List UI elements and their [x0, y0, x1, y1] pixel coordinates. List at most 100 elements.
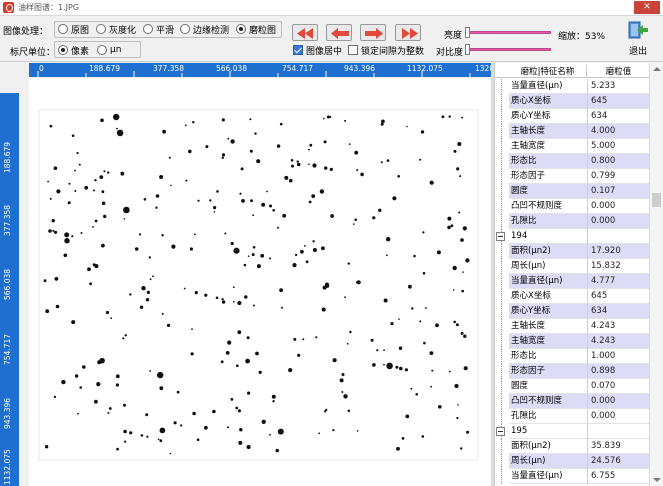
- tree-line: [495, 109, 509, 124]
- property-row[interactable]: 周长(μn) 15.832: [495, 259, 650, 274]
- wear-particle: [323, 117, 325, 120]
- exit-label: 退出: [628, 47, 647, 57]
- property-row[interactable]: 主轴长度 4.243: [495, 319, 650, 334]
- property-row[interactable]: 质心Y坐标 634: [495, 304, 650, 319]
- scroll-thumb[interactable]: [652, 193, 661, 207]
- property-row[interactable]: 圆度 0.107: [495, 184, 650, 199]
- property-row[interactable]: 面积(μn2) 17.920: [495, 244, 650, 259]
- collapse-icon[interactable]: [496, 232, 505, 241]
- wear-particle: [372, 363, 376, 367]
- property-row[interactable]: 凸凹不规则度 0.000: [495, 394, 650, 409]
- property-row[interactable]: 形态因子 0.799: [495, 169, 650, 184]
- slider-track: [465, 31, 551, 34]
- lock-interval-checkbox[interactable]: 锁定间隙为整数: [348, 43, 424, 57]
- wear-particle: [277, 226, 279, 229]
- wear-particle: [275, 448, 279, 453]
- radio-micron[interactable]: μn: [97, 43, 121, 57]
- radio-pixel[interactable]: 像素: [58, 43, 89, 57]
- slider-thumb[interactable]: [465, 44, 470, 55]
- property-row[interactable]: 当量直径(μn) 6.755: [495, 469, 650, 484]
- property-name: 当量直径(μn): [509, 79, 587, 94]
- radio-original[interactable]: 原图: [58, 22, 89, 36]
- panel-scrollbar[interactable]: [649, 63, 663, 486]
- contrast-slider[interactable]: [465, 44, 551, 55]
- radio-edge-detect[interactable]: 边缘检测: [180, 22, 229, 36]
- wear-particle: [455, 323, 459, 327]
- wear-particle: [48, 229, 52, 233]
- wear-particle: [302, 338, 305, 341]
- property-name: 形态比: [509, 154, 587, 169]
- particle-group-row[interactable]: 194: [495, 229, 650, 244]
- property-row[interactable]: 孔隙比 0.000: [495, 409, 650, 424]
- center-image-checkbox[interactable]: 图像居中: [293, 43, 342, 57]
- wear-particle: [258, 370, 262, 374]
- exit-button[interactable]: 退出: [623, 20, 653, 58]
- wear-particle: [123, 218, 126, 220]
- exit-icon: [628, 21, 648, 39]
- prev-button[interactable]: [326, 24, 352, 41]
- wear-particle: [321, 307, 326, 312]
- slider-thumb[interactable]: [465, 27, 470, 38]
- wear-particle: [184, 124, 187, 127]
- property-row[interactable]: 孔隙比 0.000: [495, 214, 650, 229]
- image-canvas[interactable]: [29, 78, 491, 486]
- property-row[interactable]: 凸凹不规则度 0.000: [495, 199, 650, 214]
- property-row[interactable]: 质心Y坐标 634: [495, 109, 650, 124]
- property-row[interactable]: 主轴宽度 5.000: [495, 139, 650, 154]
- property-row[interactable]: 形态因子 0.898: [495, 364, 650, 379]
- wear-particle: [411, 307, 414, 310]
- wear-particle: [74, 374, 79, 378]
- property-row[interactable]: 当量直径(μn) 4.777: [495, 274, 650, 289]
- tree-line: [495, 409, 509, 424]
- wear-particle: [240, 167, 244, 171]
- property-row[interactable]: 主轴宽度 4.243: [495, 334, 650, 349]
- radio-wear-particle[interactable]: 磨粒图: [236, 22, 276, 36]
- particle-group-row[interactable]: 195: [495, 424, 650, 439]
- wear-particle: [146, 290, 150, 294]
- wear-particle: [429, 351, 434, 355]
- collapse-icon[interactable]: [496, 427, 505, 436]
- wear-particle: [148, 256, 151, 259]
- property-row[interactable]: 形态比 0.800: [495, 154, 650, 169]
- column-header-name: 磨粒|特征名称: [509, 65, 587, 77]
- property-row[interactable]: 质心X坐标 645: [495, 289, 650, 304]
- wear-particle: [180, 424, 183, 427]
- tree-line: [495, 334, 509, 349]
- wear-particle: [460, 331, 464, 335]
- property-name: 圆度: [509, 184, 587, 199]
- brightness-slider[interactable]: [465, 27, 551, 38]
- wear-particle: [183, 287, 186, 290]
- property-row[interactable]: 质心X坐标 645: [495, 94, 650, 109]
- property-row[interactable]: 周长(μn) 24.576: [495, 454, 650, 469]
- radio-grayscale[interactable]: 灰度化: [96, 22, 136, 36]
- property-name: 面积(μn2): [509, 439, 587, 454]
- close-button[interactable]: ✕: [634, 1, 660, 14]
- wear-particle: [105, 310, 110, 315]
- property-row[interactable]: 圆度 0.070: [495, 379, 650, 394]
- next-button[interactable]: [360, 24, 386, 41]
- last-button[interactable]: [395, 24, 421, 41]
- radio-smooth[interactable]: 平滑: [143, 22, 174, 36]
- ruler-label: 1132.075: [407, 64, 443, 73]
- first-button[interactable]: [292, 24, 318, 41]
- wear-particle: [300, 249, 304, 254]
- property-row[interactable]: 形态比 1.000: [495, 349, 650, 364]
- property-value: 5.233: [587, 79, 650, 94]
- property-row[interactable]: 主轴长度 4.000: [495, 124, 650, 139]
- scroll-up-icon[interactable]: [653, 67, 661, 71]
- radio-dot: [58, 24, 68, 34]
- wear-particle: [404, 368, 408, 372]
- wear-particle: [191, 328, 193, 330]
- wear-particle: [461, 289, 465, 293]
- property-value: 0.898: [587, 364, 650, 379]
- unit-label: 标尺单位：: [10, 48, 56, 58]
- tree-line: [495, 349, 509, 364]
- scroll-down-icon[interactable]: [653, 478, 661, 482]
- wear-particle: [152, 275, 154, 278]
- tree-line: [495, 304, 509, 319]
- ruler-label: 377.358: [3, 204, 12, 236]
- radio-dot: [97, 45, 107, 55]
- property-row[interactable]: 当量直径(μn) 5.233: [495, 79, 650, 94]
- property-row[interactable]: 面积(μn2) 35.839: [495, 439, 650, 454]
- wear-particle: [419, 320, 422, 323]
